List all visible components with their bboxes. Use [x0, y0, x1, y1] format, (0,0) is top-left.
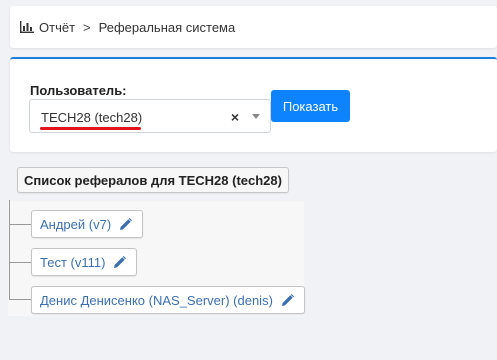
referral-label: Тест (v111)	[40, 254, 106, 270]
referral-label: Денис Денисенко (NAS_Server) (denis)	[40, 292, 273, 308]
breadcrumb-item-report[interactable]: Отчёт	[39, 20, 75, 35]
user-filter-form: Пользователь: TECH28 (tech28) × Показать	[10, 57, 497, 152]
chevron-down-icon[interactable]	[252, 114, 260, 119]
user-select[interactable]: TECH28 (tech28) ×	[29, 99, 271, 133]
tree-line	[9, 200, 10, 300]
tree-branch	[10, 262, 31, 263]
breadcrumb-item-referral-system: Реферальная система	[98, 19, 236, 35]
tree-branch	[10, 299, 31, 300]
referral-label: Андрей (v7)	[40, 216, 112, 232]
pencil-icon[interactable]	[119, 217, 133, 231]
pencil-icon[interactable]	[113, 255, 127, 269]
pencil-icon[interactable]	[281, 293, 294, 307]
bar-chart-icon	[20, 21, 34, 33]
breadcrumb-separator: >	[83, 19, 91, 35]
user-label: Пользователь:	[30, 83, 127, 98]
clear-icon[interactable]: ×	[231, 109, 239, 125]
referrals-list-title[interactable]: Список рефералов для TECH28 (tech28)	[17, 167, 289, 193]
selection-underline	[40, 127, 141, 130]
referral-item[interactable]: Тест (v111)	[31, 248, 138, 276]
referral-item[interactable]: Денис Денисенко (NAS_Server) (denis)	[31, 286, 305, 314]
user-select-value: TECH28 (tech28)	[41, 110, 143, 125]
breadcrumb: Отчёт > Реферальная система	[10, 6, 497, 48]
show-button[interactable]: Показать	[271, 90, 350, 122]
tree-branch	[10, 224, 31, 225]
referral-item[interactable]: Андрей (v7)	[31, 210, 144, 238]
